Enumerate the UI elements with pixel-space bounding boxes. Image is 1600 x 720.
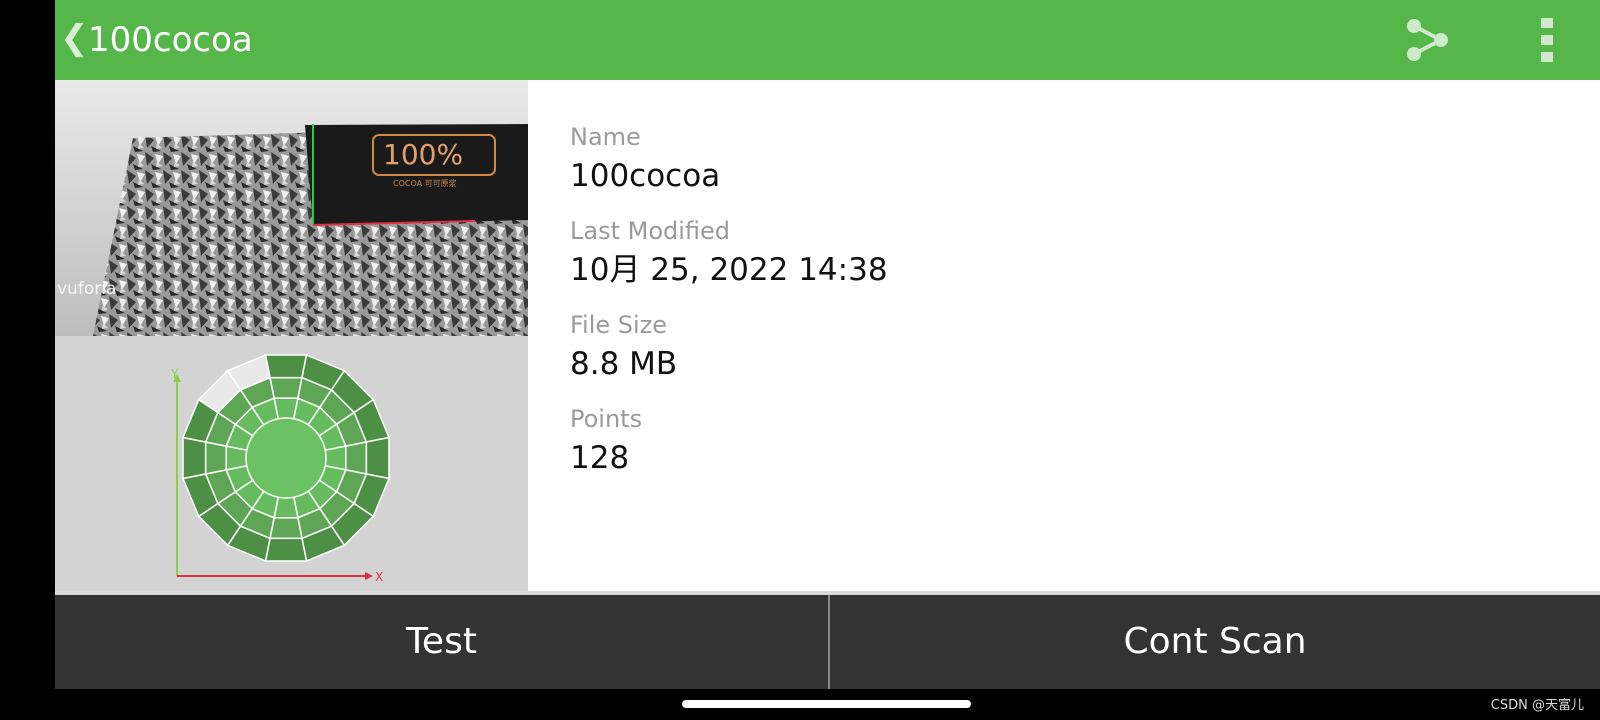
box-label: 100%	[383, 138, 463, 171]
points-value: 128	[570, 440, 630, 476]
target-details: Name 100cocoa Last Modified 10月 25, 2022…	[570, 120, 888, 496]
test-button[interactable]: Test	[55, 595, 828, 689]
x-axis-label: X	[375, 570, 383, 584]
credit-watermark: CSDN @天富儿	[1490, 698, 1584, 713]
file-size-label: File Size	[570, 311, 668, 339]
box-sublabel: COCOA 可可原浆	[393, 178, 457, 188]
watermark: vuforia	[57, 279, 116, 299]
app-window: ❮ 100cocoa 100% COCOA 可可原浆 vuforia Y X N…	[55, 0, 1600, 689]
top-app-bar: ❮ 100cocoa	[55, 0, 1600, 80]
coverage-segment	[204, 441, 227, 475]
chevron-left-icon[interactable]: ❮	[60, 18, 89, 58]
bottom-action-bar: Test Cont Scan	[55, 591, 1600, 689]
share-icon[interactable]	[1405, 16, 1451, 64]
viewpoint-coverage-chart: Y X	[170, 353, 391, 584]
coverage-center	[245, 417, 327, 499]
points-label: Points	[570, 405, 643, 433]
last-modified-label: Last Modified	[570, 217, 731, 245]
coverage-polygon	[181, 353, 391, 563]
name-value: 100cocoa	[570, 158, 721, 194]
name-label: Name	[570, 123, 641, 151]
page-title: 100cocoa	[88, 20, 253, 60]
cont-scan-button[interactable]: Cont Scan	[830, 595, 1600, 689]
last-modified-value: 10月 25, 2022 14:38	[570, 252, 888, 288]
coverage-segment	[345, 441, 368, 475]
target-photo: 100% COCOA 可可原浆 vuforia	[55, 80, 528, 336]
home-indicator[interactable]	[682, 700, 971, 708]
y-axis-label: Y	[170, 367, 179, 381]
coverage-segment	[264, 537, 308, 562]
coverage-segment	[182, 436, 207, 480]
coverage-segment	[365, 436, 390, 480]
more-vertical-icon[interactable]	[1541, 18, 1553, 62]
target-preview-panel: 100% COCOA 可可原浆 vuforia Y X	[55, 80, 528, 591]
coverage-segment	[264, 354, 308, 379]
file-size-value: 8.8 MB	[570, 346, 678, 382]
coverage-segment	[269, 376, 303, 399]
photo-scene: 100% COCOA 可可原浆 vuforia	[57, 124, 528, 336]
coverage-segment	[269, 517, 303, 540]
